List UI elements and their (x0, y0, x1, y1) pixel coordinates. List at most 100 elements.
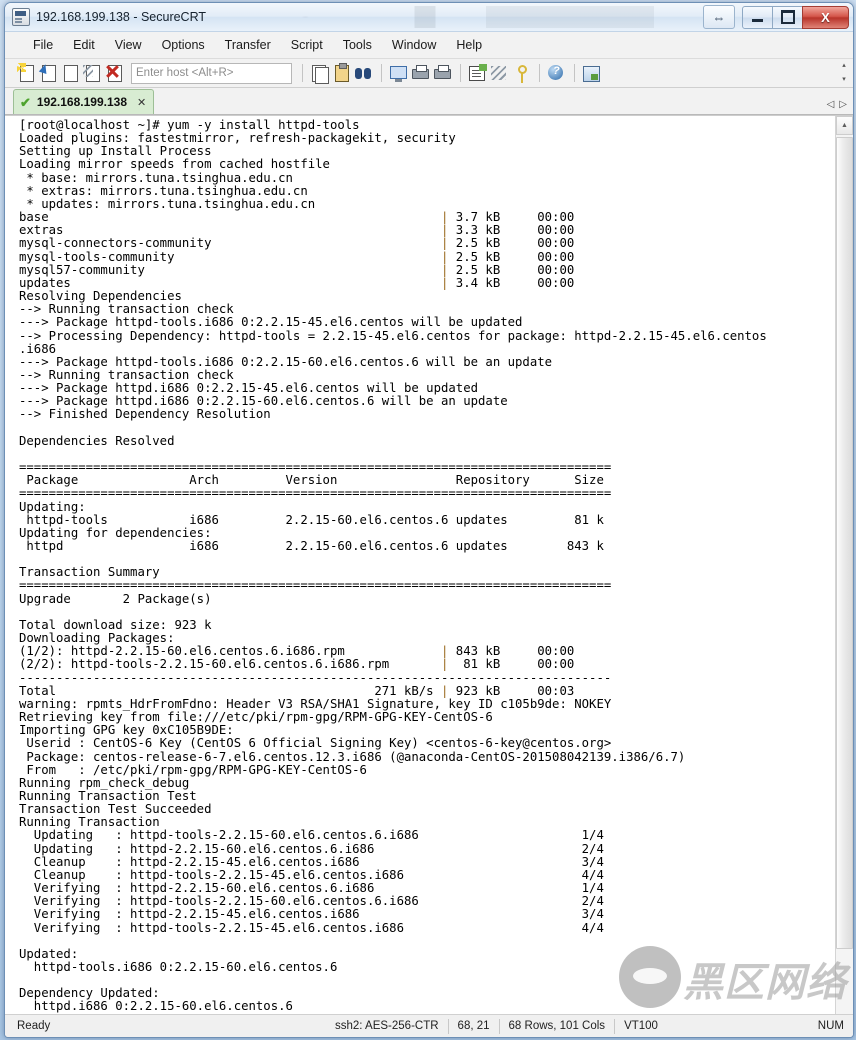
menu-tools[interactable]: Tools (333, 35, 382, 55)
title-bar: 192.168.199.138 - SecureCRT ⇔ X (5, 3, 853, 32)
terminal-line: mysql-connectors-community | 2.5 kB 00:0… (19, 236, 575, 251)
terminal-line: ---> Package httpd-tools.i686 0:2.2.15-4… (19, 315, 523, 330)
maximize-icon (780, 10, 795, 24)
scrollbar-thumb[interactable] (836, 137, 853, 949)
print-icon[interactable] (432, 63, 452, 83)
tab-bar: ✔ 192.168.199.138 ✕ ◁ ▷ (5, 88, 853, 115)
terminal-line: .i686 (19, 341, 57, 356)
menu-file[interactable]: File (23, 35, 63, 55)
menu-edit[interactable]: Edit (63, 35, 105, 55)
terminal-line: ========================================… (19, 486, 612, 501)
scrollbar-track[interactable] (836, 135, 853, 1014)
terminal-line: --> Processing Dependency: httpd-tools =… (19, 328, 767, 343)
terminal-line: * extras: mirrors.tuna.tsinghua.edu.cn (19, 183, 308, 198)
terminal-line: * base: mirrors.tuna.tsinghua.edu.cn (19, 170, 293, 185)
tab-nav-controls: ◁ ▷ (827, 99, 847, 110)
terminal-line: (2/2): httpd-tools-2.2.15-60.el6.centos.… (19, 657, 575, 672)
help-icon[interactable] (546, 63, 566, 83)
terminal-line: Dependencies Resolved (19, 433, 175, 448)
terminal-line: Updating: (19, 499, 86, 514)
close-button[interactable]: X (802, 5, 849, 29)
toolbar-divider (302, 64, 303, 82)
session-options-icon[interactable] (467, 63, 487, 83)
status-bar: Ready ssh2: AES-256-CTR 68, 21 68 Rows, … (5, 1014, 853, 1037)
tab-connected-icon: ✔ (20, 94, 31, 110)
terminal-pipe-glyph: | (441, 249, 449, 264)
log-session-icon[interactable] (410, 63, 430, 83)
terminal-pipe-glyph: | (441, 223, 449, 238)
menu-transfer[interactable]: Transfer (215, 35, 281, 55)
tile-windows-icon[interactable] (581, 63, 601, 83)
status-cursor-position: 68, 21 (457, 1020, 490, 1032)
toolbar-divider (381, 64, 382, 82)
key-icon[interactable] (511, 63, 531, 83)
new-session-icon[interactable] (17, 63, 37, 83)
terminal-pipe-glyph: | (441, 275, 449, 290)
securecrt-icon (12, 8, 30, 26)
toolbar-divider (539, 64, 540, 82)
terminal-line: ========================================… (19, 578, 612, 593)
toolbar-overflow-spinner[interactable]: ▴ ▾ (839, 62, 849, 83)
terminal-output[interactable]: [root@localhost ~]# yum -y install httpd… (5, 116, 835, 1014)
terminal-line: ---> Package httpd-tools.i686 0:2.2.15-6… (19, 354, 553, 369)
menu-window[interactable]: Window (382, 35, 446, 55)
connect-session-icon[interactable] (38, 62, 59, 83)
paste-icon[interactable] (331, 63, 351, 83)
toolbar-divider (460, 64, 461, 82)
terminal-line: --> Finished Dependency Resolution (19, 407, 271, 422)
find-icon[interactable] (353, 63, 373, 83)
tab-192-168-199-138[interactable]: ✔ 192.168.199.138 ✕ (13, 89, 155, 114)
terminal-pipe-glyph: | (441, 262, 449, 277)
menu-bar: File Edit View Options Transfer Script T… (5, 32, 853, 59)
minimize-button[interactable] (742, 5, 773, 29)
terminal-area: [root@localhost ~]# yum -y install httpd… (5, 115, 853, 1014)
terminal-line: Updating : httpd-tools-2.2.15-60.el6.cen… (19, 828, 604, 843)
terminal-line: httpd-tools i686 2.2.15-60.el6.centos.6 … (19, 512, 604, 527)
status-numlock: NUM (817, 1020, 844, 1032)
terminal-line: From : /etc/pki/rpm-gpg/RPM-GPG-KEY-Cent… (19, 762, 367, 777)
menu-view[interactable]: View (105, 35, 152, 55)
restore-split-button[interactable]: ⇔ (703, 5, 735, 29)
terminal-line: Verifying : httpd-2.2.15-45.el6.centos.i… (19, 907, 604, 922)
terminal-pipe-glyph: | (441, 683, 449, 698)
print-screen-icon[interactable] (388, 63, 408, 83)
clone-session-icon[interactable] (61, 63, 81, 83)
watermark-url: www.heiqu.com (722, 1035, 843, 1037)
disconnect-icon[interactable] (105, 63, 125, 83)
maximize-button[interactable] (772, 5, 803, 29)
copy-icon[interactable] (309, 63, 329, 84)
window-title: 192.168.199.138 - SecureCRT (36, 10, 207, 24)
terminal-line: Running rpm_check_debug (19, 775, 190, 790)
toolbar: Enter host <Alt+R> ▴ ▾ (5, 59, 853, 88)
tab-close-icon[interactable]: ✕ (137, 96, 146, 109)
terminal-scrollbar[interactable]: ▲ (835, 116, 853, 1014)
terminal-line: mysql-tools-community | 2.5 kB 00:00 (19, 249, 575, 264)
terminal-line: mysql57-community | 2.5 kB 00:00 (19, 262, 575, 277)
tab-next-icon[interactable]: ▷ (839, 99, 847, 110)
menu-options[interactable]: Options (152, 35, 215, 55)
terminal-pipe-glyph: | (441, 657, 449, 672)
menu-help[interactable]: Help (446, 35, 492, 55)
reconnect-icon[interactable] (83, 63, 103, 83)
screen: 192.168.199.138 - SecureCRT ⇔ X File Edi… (0, 0, 856, 1040)
terminal-line: httpd.i686 0:2.2.15-60.el6.centos.6 (19, 999, 293, 1014)
terminal-pipe-glyph: | (441, 644, 449, 659)
terminal-line: Cleanup : httpd-2.2.15-45.el6.centos.i68… (19, 854, 604, 869)
terminal-line: Upgrade 2 Package(s) (19, 591, 212, 606)
terminal-line: Verifying : httpd-tools-2.2.15-45.el6.ce… (19, 920, 604, 935)
terminal-line: Userid : CentOS-6 Key (CentOS 6 Official… (19, 736, 612, 751)
tab-prev-icon[interactable]: ◁ (827, 99, 835, 110)
scroll-up-button[interactable]: ▲ (836, 116, 853, 135)
terminal-pipe-glyph: | (441, 210, 449, 225)
terminal-line: httpd i686 2.2.15-60.el6.centos.6 update… (19, 539, 604, 553)
terminal-pipe-glyph: | (441, 236, 449, 251)
status-emulation: VT100 (624, 1020, 658, 1032)
host-input[interactable]: Enter host <Alt+R> (131, 62, 292, 84)
tab-label: 192.168.199.138 (36, 95, 127, 109)
menu-script[interactable]: Script (281, 35, 333, 55)
terminal-line: Total 271 kB/s | 923 kB 00:03 (19, 683, 575, 698)
chat-window-icon[interactable] (489, 63, 509, 83)
securecrt-window: 192.168.199.138 - SecureCRT ⇔ X File Edi… (4, 2, 854, 1038)
